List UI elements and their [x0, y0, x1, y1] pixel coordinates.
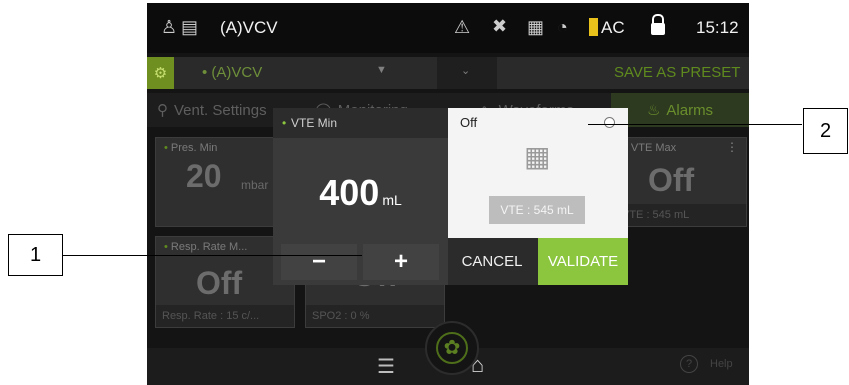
help-icon[interactable]: ? — [680, 355, 698, 373]
gear-icon[interactable]: ⚙ — [147, 57, 174, 89]
increment-button[interactable]: + — [363, 244, 439, 280]
validate-button[interactable]: VALIDATE — [538, 238, 628, 285]
device-icon: ▦ — [524, 141, 551, 172]
card-vte-max[interactable]: • VTE Max ⋮ Off VTE : 545 mL — [615, 137, 747, 227]
clock: 15:12 — [696, 18, 739, 37]
status-dot: • — [282, 116, 287, 130]
card-title: • VTE Max — [624, 142, 677, 154]
current-value-chip: VTE : 545 mL — [489, 196, 585, 224]
status-bar: ♙ ▤ (A)VCV ⚠ ✖ ▦ ◔ AC 15:12 — [147, 3, 749, 53]
save-as-preset-button[interactable]: SAVE AS PRESET — [614, 64, 740, 81]
ventilation-start-button[interactable]: ✿ — [425, 321, 479, 375]
vte-min-off-panel: Off ▦ VTE : 545 mL CANCEL VALIDATE — [448, 108, 628, 285]
preset-bar: ⚙ • (A)VCV ▼ ⌄ SAVE AS PRESET — [147, 57, 749, 89]
chevron-down-icon: ⌄ — [461, 65, 471, 77]
off-option[interactable]: Off ▦ VTE : 545 mL — [448, 108, 628, 238]
power-label: AC — [601, 18, 625, 37]
callout-2: 2 — [803, 108, 848, 154]
value-number: 400 — [319, 172, 380, 213]
patient-icon: ♙ — [161, 17, 178, 37]
card-footer: Resp. Rate : 15 c/... — [156, 305, 294, 327]
mode-label: (A)VCV — [220, 18, 278, 37]
alarm-muted-icon: ⚠ — [454, 17, 471, 37]
menu-icon[interactable]: ☰ — [377, 354, 395, 379]
cancel-button[interactable]: CANCEL — [448, 238, 536, 285]
bag-icon: ◔ — [557, 17, 568, 37]
device-icon: ▦ — [527, 17, 545, 37]
mode-dropdown[interactable]: • (A)VCV — [202, 64, 262, 81]
settings-icon: ⚲ — [157, 102, 168, 119]
off-radio[interactable] — [604, 117, 615, 128]
tab-alarms[interactable]: ♨ Alarms — [611, 93, 749, 127]
circuit-icon: ▤ — [181, 17, 199, 37]
card-title: • Resp. Rate M... — [164, 241, 248, 253]
card-unit: mbar — [241, 178, 269, 192]
editor-value: 400 mL — [273, 148, 448, 238]
unlock-shackle — [652, 14, 664, 25]
vte-min-editor: • VTE Min 400 mL − + — [273, 108, 448, 285]
tools-icon: ✖ — [492, 16, 508, 36]
callout-1: 1 — [8, 234, 63, 276]
help-label[interactable]: Help — [710, 358, 733, 370]
bell-icon: ♨ — [646, 102, 661, 119]
tab-label: Alarms — [666, 101, 714, 119]
callout-1-line — [62, 255, 362, 256]
card-footer: SPO2 : 0 % — [306, 305, 444, 327]
value-unit: mL — [382, 192, 402, 208]
dropdown-toggle[interactable]: ⌄ — [437, 57, 497, 89]
editor-header: • VTE Min — [273, 108, 448, 138]
card-value: 20 — [186, 158, 222, 194]
card-footer: VTE : 545 mL — [616, 204, 746, 226]
card-title: • Pres. Min — [164, 142, 218, 154]
more-icon[interactable]: ⋮ — [726, 140, 738, 154]
card-value: Off — [648, 162, 695, 198]
tab-label: Vent. Settings — [174, 101, 267, 119]
card-value: Off — [196, 265, 243, 301]
callout-2-line — [588, 124, 802, 125]
battery-icon — [589, 18, 598, 36]
off-label: Off — [460, 115, 478, 130]
tab-vent-settings[interactable]: ⚲ Vent. Settings — [157, 93, 267, 127]
ventilator-screen: ♙ ▤ (A)VCV ⚠ ✖ ▦ ◔ AC 15:12 ⚙ • (A)VCV ▼… — [147, 3, 749, 385]
fan-icon: ✿ — [436, 332, 468, 364]
chevron-down-icon[interactable]: ▼ — [376, 64, 387, 76]
decrement-button[interactable]: − — [281, 244, 357, 280]
editor-title: VTE Min — [291, 116, 338, 130]
